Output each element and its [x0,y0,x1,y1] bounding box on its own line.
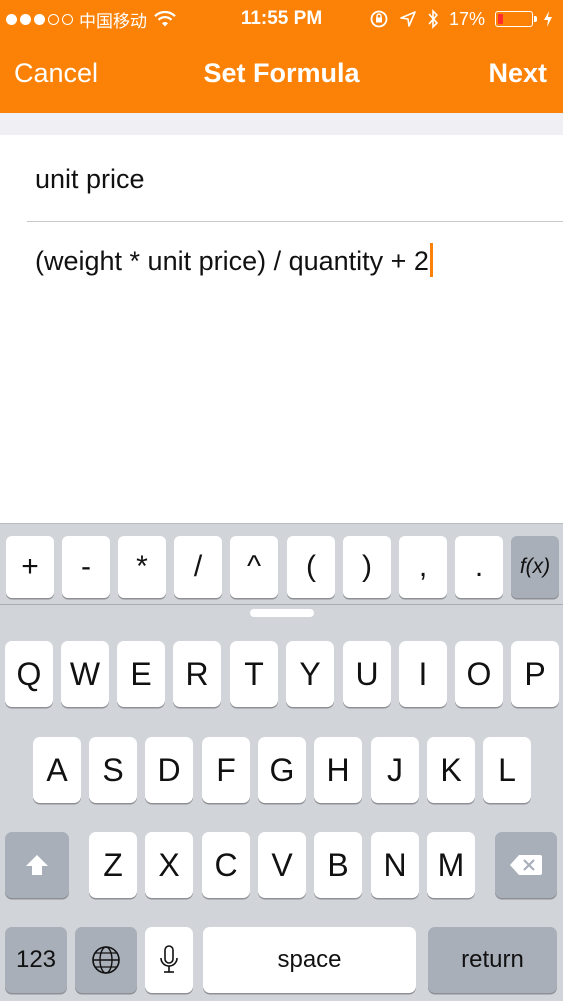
formula-field-value: (weight * unit price) / quantity + 2 [35,246,429,276]
multiply-key[interactable]: * [118,536,166,598]
key-n[interactable]: N [371,832,419,898]
page-title: Set Formula [203,58,360,88]
name-field[interactable]: unit price [27,136,563,222]
bluetooth-icon [428,9,439,29]
open-paren-key[interactable]: ( [287,536,335,598]
shift-key[interactable] [5,832,69,898]
close-paren-key[interactable]: ) [343,536,391,598]
key-e[interactable]: E [117,641,165,707]
key-j[interactable]: J [371,737,419,803]
key-k[interactable]: K [427,737,475,803]
next-button[interactable]: Next [488,58,547,89]
shift-arrow-icon [26,855,48,875]
key-f[interactable]: F [202,737,250,803]
key-s[interactable]: S [89,737,137,803]
key-r[interactable]: R [173,641,221,707]
key-h[interactable]: H [314,737,362,803]
globe-key[interactable] [75,927,137,993]
plus-key[interactable]: + [6,536,54,598]
numbers-key[interactable]: 123 [5,927,67,993]
key-u[interactable]: U [343,641,391,707]
rotation-lock-icon [370,10,388,28]
key-d[interactable]: D [145,737,193,803]
status-right: 17% [369,7,553,31]
formula-accessory-bar: + - * / ^ ( ) , . f(x) [0,523,563,604]
key-q[interactable]: Q [5,641,53,707]
microphone-key[interactable] [145,927,193,993]
key-m[interactable]: M [427,832,475,898]
name-field-value: unit price [35,164,145,194]
key-a[interactable]: A [33,737,81,803]
key-w[interactable]: W [61,641,109,707]
minus-key[interactable]: - [62,536,110,598]
top-bar: 中国移动 11:55 PM 17% Cancel Set Formula Nex… [0,0,563,113]
period-key[interactable]: . [455,536,503,598]
battery-icon [495,11,537,27]
key-t[interactable]: T [230,641,278,707]
bolt-icon [544,11,552,27]
key-o[interactable]: O [455,641,503,707]
section-spacer [0,113,563,136]
power-key[interactable]: ^ [230,536,278,598]
key-b[interactable]: B [314,832,362,898]
globe-icon [92,946,120,974]
key-v[interactable]: V [258,832,306,898]
keyboard: Q W E R T Y U I O P A S D F G H J K L Z … [0,604,563,1001]
keyboard-handle[interactable] [250,609,314,617]
key-g[interactable]: G [258,737,306,803]
key-i[interactable]: I [399,641,447,707]
microphone-icon [160,945,178,973]
key-p[interactable]: P [511,641,559,707]
delete-key[interactable] [495,832,557,898]
text-cursor [429,243,433,277]
comma-key[interactable]: , [399,536,447,598]
key-y[interactable]: Y [286,641,334,707]
battery-fill [498,14,503,24]
location-arrow-icon [400,11,416,27]
battery-percent: 17% [448,8,485,29]
function-key[interactable]: f(x) [511,536,559,598]
space-key[interactable]: space [203,927,416,993]
key-l[interactable]: L [483,737,531,803]
divide-key[interactable]: / [174,536,222,598]
return-key[interactable]: return [428,927,557,993]
formula-field[interactable]: (weight * unit price) / quantity + 2 [35,243,433,277]
key-x[interactable]: X [145,832,193,898]
key-c[interactable]: C [202,832,250,898]
backspace-icon [510,855,542,875]
key-z[interactable]: Z [89,832,137,898]
